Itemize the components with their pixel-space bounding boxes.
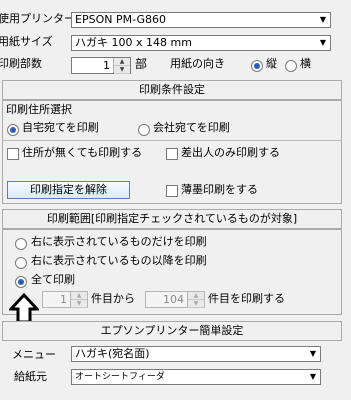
sender-only-label: 差出人のみ印刷する [181,146,280,159]
orientation-landscape-radio[interactable] [285,60,297,72]
paper-size-value: ハガキ 100 x 148 mm [75,36,192,49]
light-ink-checkbox[interactable] [166,185,178,197]
menu-value: ハガキ(宛名面) [75,347,150,360]
printer-value: EPSON PM-G860 [75,13,166,26]
dropdown-arrow-icon: ▼ [319,15,327,24]
spin-up-icon[interactable]: ▲ [71,292,87,300]
epson-settings-title: エプソンプリンター簡単設定 [100,324,244,337]
menu-label: メニュー [12,348,56,361]
print-shown-only-radio[interactable] [15,238,27,250]
print-all-radio[interactable] [15,276,27,288]
range-from-value: 1 [60,293,67,306]
clear-print-flags-label: 印刷指定を解除 [30,183,107,196]
epson-settings-header: エプソンプリンター簡単設定 [2,321,342,341]
spin-up-icon[interactable]: ▲ [188,292,204,300]
dropdown-arrow-icon: ▼ [319,38,327,47]
print-shown-only-label: 右に表示されているものだけを印刷 [31,235,207,248]
orientation-landscape-label: 横 [300,57,311,70]
range-from-suffix: 件目から [91,292,135,305]
print-range-header: 印刷範囲[印刷指定チェックされているものが対象] [2,209,342,229]
printer-label: 使用プリンター [0,12,75,25]
paper-size-select[interactable]: ハガキ 100 x 148 mm ▼ [71,35,331,51]
settings-divider [2,140,342,141]
print-settings-header: 印刷条件設定 [2,80,342,100]
no-address-label: 住所が無くても印刷する [22,146,143,159]
copies-unit: 部 [135,57,148,71]
no-address-checkbox[interactable] [7,148,19,160]
spin-down-icon[interactable]: ▼ [114,66,130,74]
dropdown-arrow-icon: ▼ [309,349,317,358]
print-all-label: 全て印刷 [31,273,75,286]
spin-down-icon[interactable]: ▼ [188,300,204,308]
print-from-shown-radio[interactable] [15,257,27,269]
feed-label: 給紙元 [14,370,47,383]
orientation-label: 用紙の向き [170,57,225,70]
spin-down-icon[interactable]: ▼ [71,300,87,308]
range-to-suffix: 件目を印刷する [208,292,285,305]
print-from-shown-label: 右に表示されているもの以降を印刷 [31,254,207,267]
range-from-stepper[interactable]: 1 ▲ ▼ [42,291,88,308]
spin-up-icon[interactable]: ▲ [114,58,130,66]
feed-value: オートシートフィーダ [75,372,165,382]
printer-select[interactable]: EPSON PM-G860 ▼ [71,12,331,28]
range-to-stepper[interactable]: 104 ▲ ▼ [145,291,205,308]
copies-label: 印刷部数 [0,57,42,70]
home-address-label: 自宅宛てを印刷 [22,121,99,134]
clear-print-flags-button[interactable]: 印刷指定を解除 [7,181,130,199]
sender-only-checkbox[interactable] [166,148,178,160]
orientation-portrait-radio[interactable] [251,60,263,72]
copies-stepper[interactable]: 1 ▲ ▼ [71,57,131,74]
range-to-value: 104 [163,293,184,306]
light-ink-label: 薄墨印刷をする [181,183,258,196]
menu-select[interactable]: ハガキ(宛名面) ▼ [71,346,321,362]
company-address-label: 会社宛てを印刷 [153,121,230,134]
paper-size-label: 用紙サイズ [0,35,53,48]
company-address-radio[interactable] [138,124,150,136]
print-settings-title: 印刷条件設定 [139,83,205,96]
address-group-label: 印刷住所選択 [6,103,72,116]
orientation-portrait-label: 縦 [266,57,277,70]
print-range-title: 印刷範囲[印刷指定チェックされているものが対象] [46,212,298,225]
home-address-radio[interactable] [7,124,19,136]
dropdown-arrow-icon: ▼ [309,372,317,381]
feed-select[interactable]: オートシートフィーダ ▼ [71,369,321,385]
copies-value: 1 [103,59,110,72]
